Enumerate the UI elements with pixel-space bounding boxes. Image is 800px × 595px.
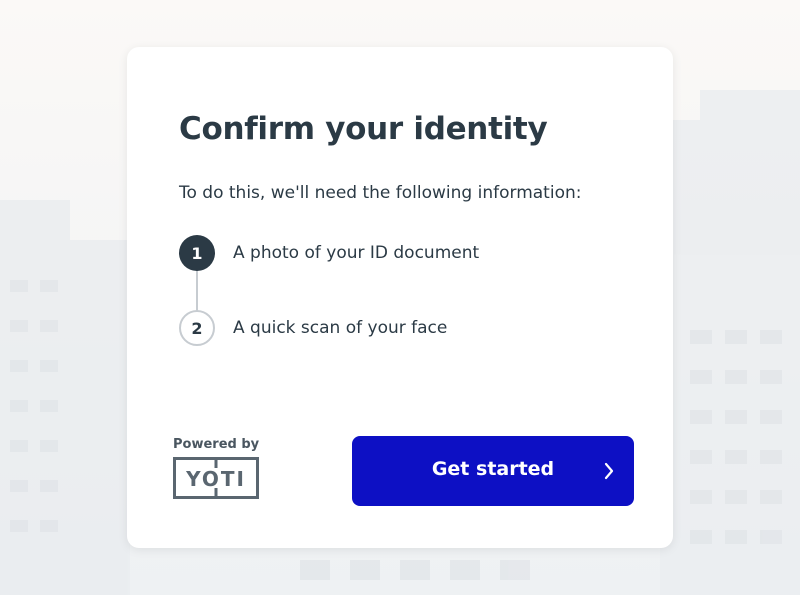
yoti-logo-text: YOTI	[185, 467, 246, 491]
step-connector-line	[196, 269, 198, 311]
powered-by-branding: Powered by YOTI	[173, 437, 273, 503]
step-item-id-document: 1 A photo of your ID document	[179, 235, 479, 271]
step-number-badge: 1	[179, 235, 215, 271]
steps-list: 1 A photo of your ID document 2 A quick …	[179, 233, 599, 353]
page-title: Confirm your identity	[179, 111, 548, 147]
get-started-button[interactable]: Get started	[352, 436, 634, 506]
step-number-badge: 2	[179, 310, 215, 346]
step-label: A quick scan of your face	[233, 318, 448, 338]
step-item-face-scan: 2 A quick scan of your face	[179, 310, 447, 346]
identity-card: Confirm your identity To do this, we'll …	[127, 47, 673, 548]
yoti-logo: YOTI	[173, 457, 259, 499]
instructions-text: To do this, we'll need the following inf…	[179, 183, 582, 203]
step-label: A photo of your ID document	[233, 243, 480, 263]
get-started-label: Get started	[431, 458, 555, 480]
chevron-right-icon	[604, 462, 614, 480]
page-background: Confirm your identity To do this, we'll …	[0, 0, 800, 595]
powered-by-text: Powered by	[173, 437, 260, 452]
